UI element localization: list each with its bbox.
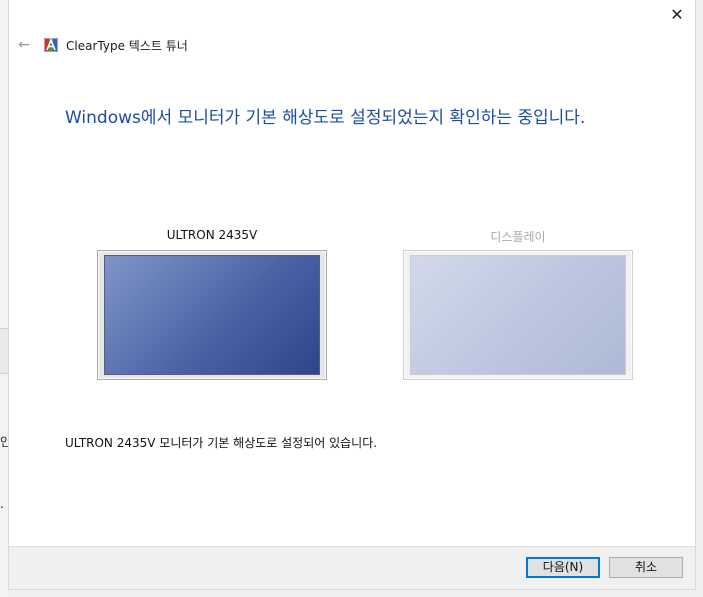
window-title: ClearType 텍스트 튜너 <box>66 39 188 53</box>
background-panel <box>0 328 8 374</box>
back-button[interactable]: ← <box>15 36 33 54</box>
background-window: 인 . <box>0 0 11 597</box>
monitor-label-display: 디스플레이 <box>490 230 546 244</box>
monitor-screen-inactive <box>410 255 626 375</box>
cancel-button[interactable]: 취소 <box>609 557 683 578</box>
cleartype-wizard-window: ✕ ← ClearType 텍스트 튜너 Windows에서 모니터가 기본 해… <box>8 0 696 590</box>
monitor-label-ultron: ULTRON 2435V <box>166 228 258 242</box>
close-icon: ✕ <box>670 5 684 24</box>
wizard-header: ← ClearType 텍스트 튜너 <box>9 30 695 60</box>
background-text-2: . <box>0 497 4 511</box>
resolution-status-text: ULTRON 2435V 모니터가 기본 해상도로 설정되어 있습니다. <box>65 436 378 450</box>
next-button[interactable]: 다음(N) <box>526 557 600 578</box>
monitor-ultron[interactable] <box>97 250 327 380</box>
close-button[interactable]: ✕ <box>665 4 689 26</box>
monitor-screen-active <box>104 255 320 375</box>
monitor-display[interactable] <box>403 250 633 380</box>
cleartype-a-icon <box>44 38 58 52</box>
page-heading: Windows에서 모니터가 기본 해상도로 설정되었는지 확인하는 중입니다. <box>65 108 586 128</box>
back-arrow-icon: ← <box>18 37 30 53</box>
wizard-footer: 다음(N) 취소 <box>9 546 695 589</box>
